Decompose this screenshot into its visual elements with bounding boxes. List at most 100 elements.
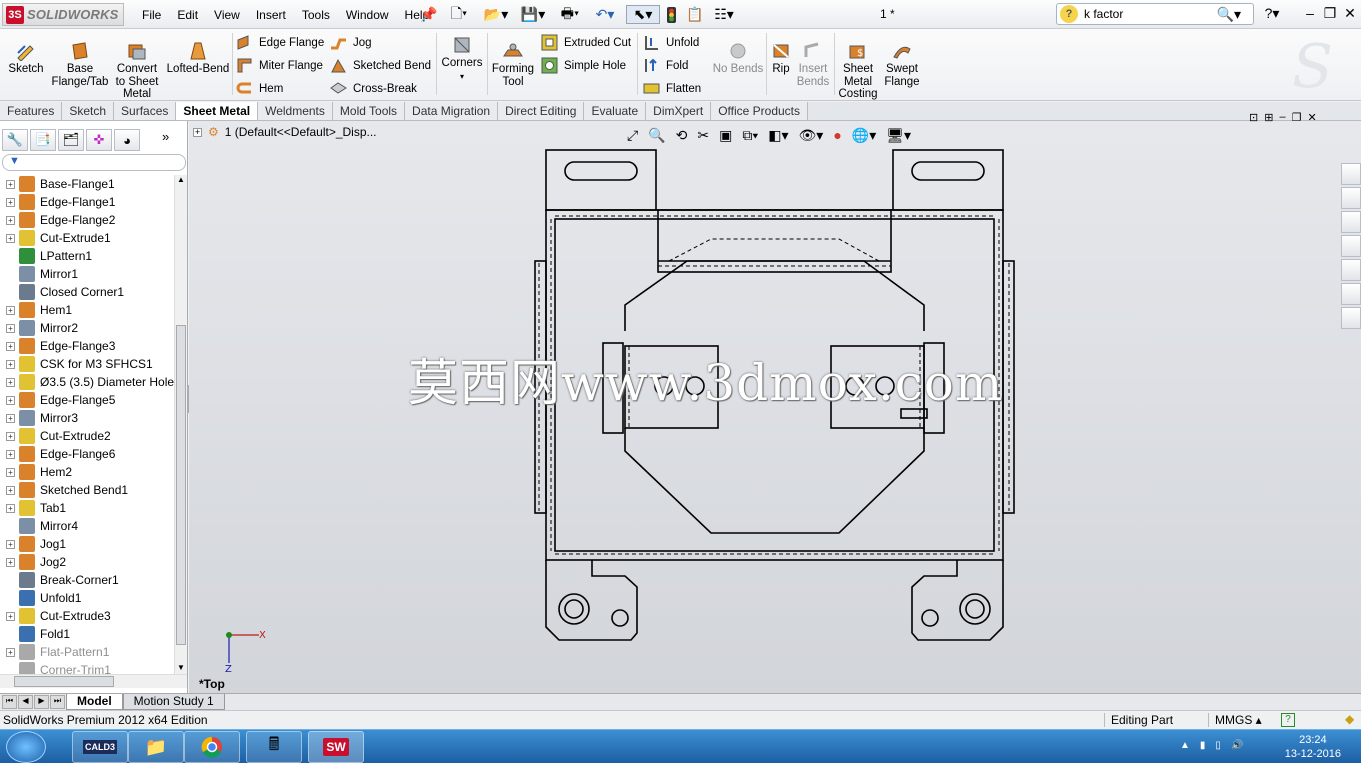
tab-mold-tools[interactable]: Mold Tools — [332, 102, 406, 120]
lofted-bend-button[interactable]: Lofted-Bend — [165, 41, 231, 76]
start-button-icon[interactable] — [6, 731, 46, 763]
tree-item[interactable]: + Sketched Bend1 — [0, 481, 174, 499]
tree-item[interactable]: + CSK for M3 SFHCS1 — [0, 355, 174, 373]
expand-toggle-icon[interactable]: + — [6, 179, 15, 189]
clock[interactable]: 23:24 13-12-2016 — [1285, 733, 1341, 761]
configuration-manager-tab-icon[interactable]: 🗂 — [58, 129, 84, 151]
expand-toggle-icon[interactable]: + — [6, 197, 15, 207]
new-document-icon[interactable]: 🗋▾ — [446, 5, 472, 24]
tab-data-migration[interactable]: Data Migration — [405, 102, 499, 120]
tree-item[interactable]: + Hem2 — [0, 463, 174, 481]
menu-view[interactable]: View — [206, 6, 248, 24]
unfold-button[interactable]: Unfold — [643, 34, 699, 51]
tree-item[interactable]: Corner-Trim1 — [0, 661, 174, 675]
expand-toggle-icon[interactable]: + — [6, 377, 15, 387]
expand-toggle-icon[interactable]: + — [6, 503, 15, 513]
no-bends-button[interactable]: No Bends — [712, 41, 764, 76]
simple-hole-button[interactable]: Simple Hole — [541, 57, 626, 74]
expand-toggle-icon[interactable]: + — [6, 611, 15, 621]
file-properties-icon[interactable]: 📋 — [684, 5, 706, 24]
expand-toggle-icon[interactable]: + — [6, 413, 15, 423]
jog-button[interactable]: Jog — [330, 34, 372, 51]
status-tag-icon[interactable]: ◆ — [1345, 712, 1354, 726]
convert-to-sheet-metal-button[interactable]: Convert to Sheet Metal — [112, 41, 162, 101]
display-manager-tab-icon[interactable]: ◕ — [114, 129, 140, 151]
design-library-icon[interactable] — [1341, 187, 1361, 209]
file-explorer-icon[interactable] — [1341, 211, 1361, 233]
menu-insert[interactable]: Insert — [248, 6, 294, 24]
tab-features[interactable]: Features — [0, 102, 63, 120]
tree-item[interactable]: + Cut-Extrude2 — [0, 427, 174, 445]
tree-item[interactable]: LPattern1 — [0, 247, 174, 265]
menu-window[interactable]: Window — [338, 6, 397, 24]
menu-file[interactable]: File — [134, 6, 169, 24]
feature-filter[interactable]: ▼ — [2, 154, 186, 171]
tree-item[interactable]: + Mirror3 — [0, 409, 174, 427]
tree-item[interactable]: Mirror4 — [0, 517, 174, 535]
tree-scroll-thumb[interactable] — [176, 325, 186, 645]
tab-surfaces[interactable]: Surfaces — [114, 102, 177, 120]
search-box[interactable]: ? 🔍▾ — [1056, 3, 1254, 25]
expand-toggle-icon[interactable]: + — [6, 215, 15, 225]
tree-item[interactable]: + Jog1 — [0, 535, 174, 553]
tree-item[interactable]: + Mirror2 — [0, 319, 174, 337]
sketched-bend-button[interactable]: Sketched Bend — [330, 57, 431, 74]
solidworks-forum-icon[interactable] — [1341, 307, 1361, 329]
sheet-metal-costing-button[interactable]: $ Sheet Metal Costing — [838, 41, 878, 101]
expand-toggle-icon[interactable]: + — [6, 359, 15, 369]
resources-icon[interactable] — [1341, 163, 1361, 185]
tab-model[interactable]: Model — [66, 694, 123, 710]
tab-weldments[interactable]: Weldments — [258, 102, 333, 120]
chrome-taskbar-icon[interactable] — [184, 731, 240, 763]
flatten-button[interactable]: Flatten — [643, 80, 701, 97]
open-folder-icon[interactable]: 📂▾ — [482, 5, 510, 24]
tree-item[interactable]: + Cut-Extrude1 — [0, 229, 174, 247]
tree-item[interactable]: Unfold1 — [0, 589, 174, 607]
tree-item[interactable]: + Jog2 — [0, 553, 174, 571]
calculator-taskbar-icon[interactable]: 🖩 — [246, 731, 302, 763]
options-icon[interactable]: ☷▾ — [708, 5, 740, 24]
expand-toggle-icon[interactable]: + — [6, 323, 15, 333]
fold-button[interactable]: Fold — [643, 57, 688, 74]
tab-motion-study-1[interactable]: Motion Study 1 — [122, 694, 225, 710]
expand-toggle-icon[interactable]: + — [6, 467, 15, 477]
volume-icon[interactable]: 🔊 — [1231, 740, 1243, 751]
select-pointer-icon[interactable]: ⬉▾ — [626, 5, 660, 24]
tree-item[interactable]: + Edge-Flange3 — [0, 337, 174, 355]
tree-item[interactable]: + Tab1 — [0, 499, 174, 517]
restore-icon[interactable]: ❐ — [1320, 5, 1340, 23]
cald3-app-button[interactable]: CALD3 — [72, 731, 128, 763]
tab-office-products[interactable]: Office Products — [711, 102, 809, 120]
appearances-icon[interactable] — [1341, 259, 1361, 281]
solidworks-taskbar-icon[interactable]: SW — [308, 731, 364, 763]
last-tab-icon[interactable]: ⏭ — [50, 695, 65, 709]
tree-item[interactable]: + Cut-Extrude3 — [0, 607, 174, 625]
miter-flange-button[interactable]: Miter Flange — [236, 57, 323, 74]
corners-button[interactable]: Corners ▾ — [440, 35, 484, 83]
menu-edit[interactable]: Edit — [169, 6, 206, 24]
tree-item[interactable]: + Edge-Flange5 — [0, 391, 174, 409]
print-icon[interactable]: 🖶▾ — [555, 5, 585, 24]
tree-item[interactable]: Closed Corner1 — [0, 283, 174, 301]
save-icon[interactable]: 💾▾ — [518, 5, 548, 24]
expand-toggle-icon[interactable]: + — [6, 305, 15, 315]
rip-button[interactable]: Rip — [768, 41, 794, 76]
graphics-area[interactable]: + ⚙ 1 (Default<<Default>_Disp... ⤢ 🔍 ⟲ ✂… — [189, 111, 1361, 693]
expand-toggle-icon[interactable]: + — [6, 449, 15, 459]
property-manager-tab-icon[interactable]: 📑 — [30, 129, 56, 151]
units-selector[interactable]: MMGS ▴ — [1208, 713, 1268, 727]
search-input[interactable] — [1084, 7, 1224, 21]
menu-tools[interactable]: Tools — [294, 6, 338, 24]
tab-dimxpert[interactable]: DimXpert — [646, 102, 712, 120]
base-flange-button[interactable]: Base Flange/Tab — [50, 41, 110, 88]
tree-item[interactable]: + Ø3.5 (3.5) Diameter Hole1 — [0, 373, 174, 391]
view-palette-icon[interactable] — [1341, 235, 1361, 257]
first-tab-icon[interactable]: ⏮ — [2, 695, 17, 709]
expand-toggle-icon[interactable]: + — [6, 395, 15, 405]
solidworks-logo[interactable]: 3S SOLIDWORKS — [2, 3, 124, 26]
tree-hscroll-thumb[interactable] — [14, 676, 114, 687]
insert-bends-button[interactable]: Insert Bends — [796, 41, 830, 88]
next-tab-icon[interactable]: ▶ — [34, 695, 49, 709]
expand-toggle-icon[interactable]: + — [6, 539, 15, 549]
tab-sheet-metal[interactable]: Sheet Metal — [176, 102, 259, 120]
